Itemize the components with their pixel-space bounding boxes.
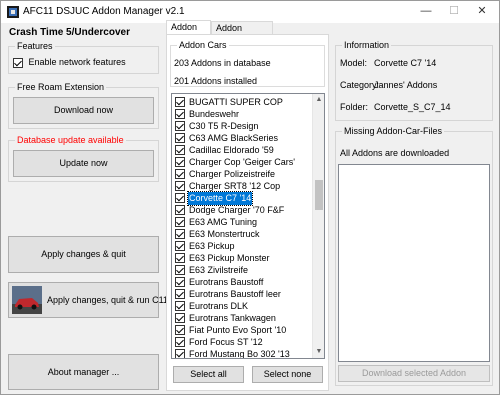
checkbox-checked-icon[interactable]	[175, 253, 185, 263]
checkbox-checked-icon[interactable]	[175, 241, 185, 251]
checkbox-checked-icon[interactable]	[175, 229, 185, 239]
tab-addon-sceneries[interactable]: Addon Sceneries	[211, 21, 273, 46]
network-features-toggle[interactable]: Enable network features	[13, 57, 126, 68]
checkbox-checked-icon[interactable]	[175, 349, 185, 358]
checkbox-checked-icon[interactable]	[175, 265, 185, 275]
tab-addon-cars[interactable]: Addon Cars	[166, 20, 211, 45]
checkbox-checked-icon[interactable]	[175, 109, 185, 119]
checkbox-checked-icon[interactable]	[175, 301, 185, 311]
features-group: Features Enable network features	[8, 41, 159, 74]
checkbox-checked-icon[interactable]	[175, 181, 185, 191]
model-label: Model:	[340, 58, 368, 68]
checkbox-checked-icon[interactable]	[175, 145, 185, 155]
folder-label: Folder:	[340, 102, 369, 112]
checkbox-checked-icon[interactable]	[175, 289, 185, 299]
checkbox-checked-icon[interactable]	[175, 337, 185, 347]
app-logo-icon	[7, 6, 19, 18]
checkbox-checked-icon[interactable]	[175, 157, 185, 167]
information-label: Information	[342, 40, 392, 51]
missing-files-label: Missing Addon-Car-Files	[342, 126, 445, 137]
select-all-button[interactable]: Select all	[173, 366, 244, 383]
category-value: Jannes' Addons	[374, 80, 438, 90]
folder-value: Corvette_S_C7_14	[374, 102, 451, 112]
missing-status: All Addons are downloaded	[340, 148, 450, 158]
apply-run-label: Apply changes, quit & run C11	[47, 295, 168, 305]
checkbox-checked-icon[interactable]	[175, 217, 185, 227]
window-title: AFC11 DSJUC Addon Manager v2.1	[23, 6, 185, 17]
car-thumbnail-icon	[12, 286, 42, 314]
download-now-button[interactable]: Download now	[13, 97, 154, 124]
apply-changes-quit-button[interactable]: Apply changes & quit	[8, 236, 159, 273]
about-manager-button[interactable]: About manager ...	[8, 354, 159, 390]
update-now-button[interactable]: Update now	[13, 150, 154, 177]
checkbox-checked-icon[interactable]	[175, 313, 185, 323]
features-label: Features	[15, 41, 55, 52]
addon-car-list[interactable]: BUGATTI SUPER COP Bundeswehr C30 T5 R-Desi…	[171, 93, 325, 359]
checkbox-checked-icon[interactable]	[175, 193, 185, 203]
addons-in-database: 203 Addons in database	[174, 58, 271, 68]
scroll-thumb[interactable]	[315, 180, 323, 210]
network-features-label: Enable network features	[28, 57, 126, 67]
maximize-button[interactable]: ☐	[439, 1, 469, 23]
select-none-button[interactable]: Select none	[252, 366, 323, 383]
close-button[interactable]: ✕	[467, 1, 497, 23]
checkbox-checked-icon[interactable]	[175, 133, 185, 143]
checkbox-checked-icon[interactable]	[13, 57, 23, 68]
addons-installed: 201 Addons installed	[174, 76, 258, 86]
minimize-button[interactable]: —	[411, 1, 441, 23]
download-selected-addon-button[interactable]: Download selected Addon	[338, 365, 490, 382]
free-roam-label: Free Roam Extension	[15, 82, 107, 93]
db-update-group: Database update available Update now	[8, 135, 159, 182]
list-scrollbar[interactable]: ▲ ▼	[312, 94, 324, 358]
game-heading: Crash Time 5/Undercover	[9, 27, 130, 38]
scroll-up-icon[interactable]: ▲	[313, 94, 324, 106]
checkbox-checked-icon[interactable]	[175, 97, 185, 107]
checkbox-checked-icon[interactable]	[175, 277, 185, 287]
app-window: AFC11 DSJUC Addon Manager v2.1 — ☐ ✕ Cra…	[0, 0, 500, 395]
list-item[interactable]: Ford Mustang Bo 302 '13	[173, 348, 311, 359]
apply-changes-run-button[interactable]: Apply changes, quit & run C11	[8, 282, 168, 318]
checkbox-checked-icon[interactable]	[175, 121, 185, 131]
model-value: Corvette C7 '14	[374, 58, 437, 68]
checkbox-checked-icon[interactable]	[175, 205, 185, 215]
checkbox-checked-icon[interactable]	[175, 169, 185, 179]
checkbox-checked-icon[interactable]	[175, 325, 185, 335]
free-roam-group: Free Roam Extension Download now	[8, 82, 159, 129]
scroll-down-icon[interactable]: ▼	[313, 346, 324, 358]
title-bar[interactable]: AFC11 DSJUC Addon Manager v2.1 — ☐ ✕	[1, 1, 499, 23]
list-item-label: Ford Mustang Bo 302 '13	[189, 349, 290, 359]
db-update-label: Database update available	[15, 135, 126, 146]
missing-files-list[interactable]	[338, 164, 490, 362]
addon-cars-label: Addon Cars	[177, 40, 229, 51]
